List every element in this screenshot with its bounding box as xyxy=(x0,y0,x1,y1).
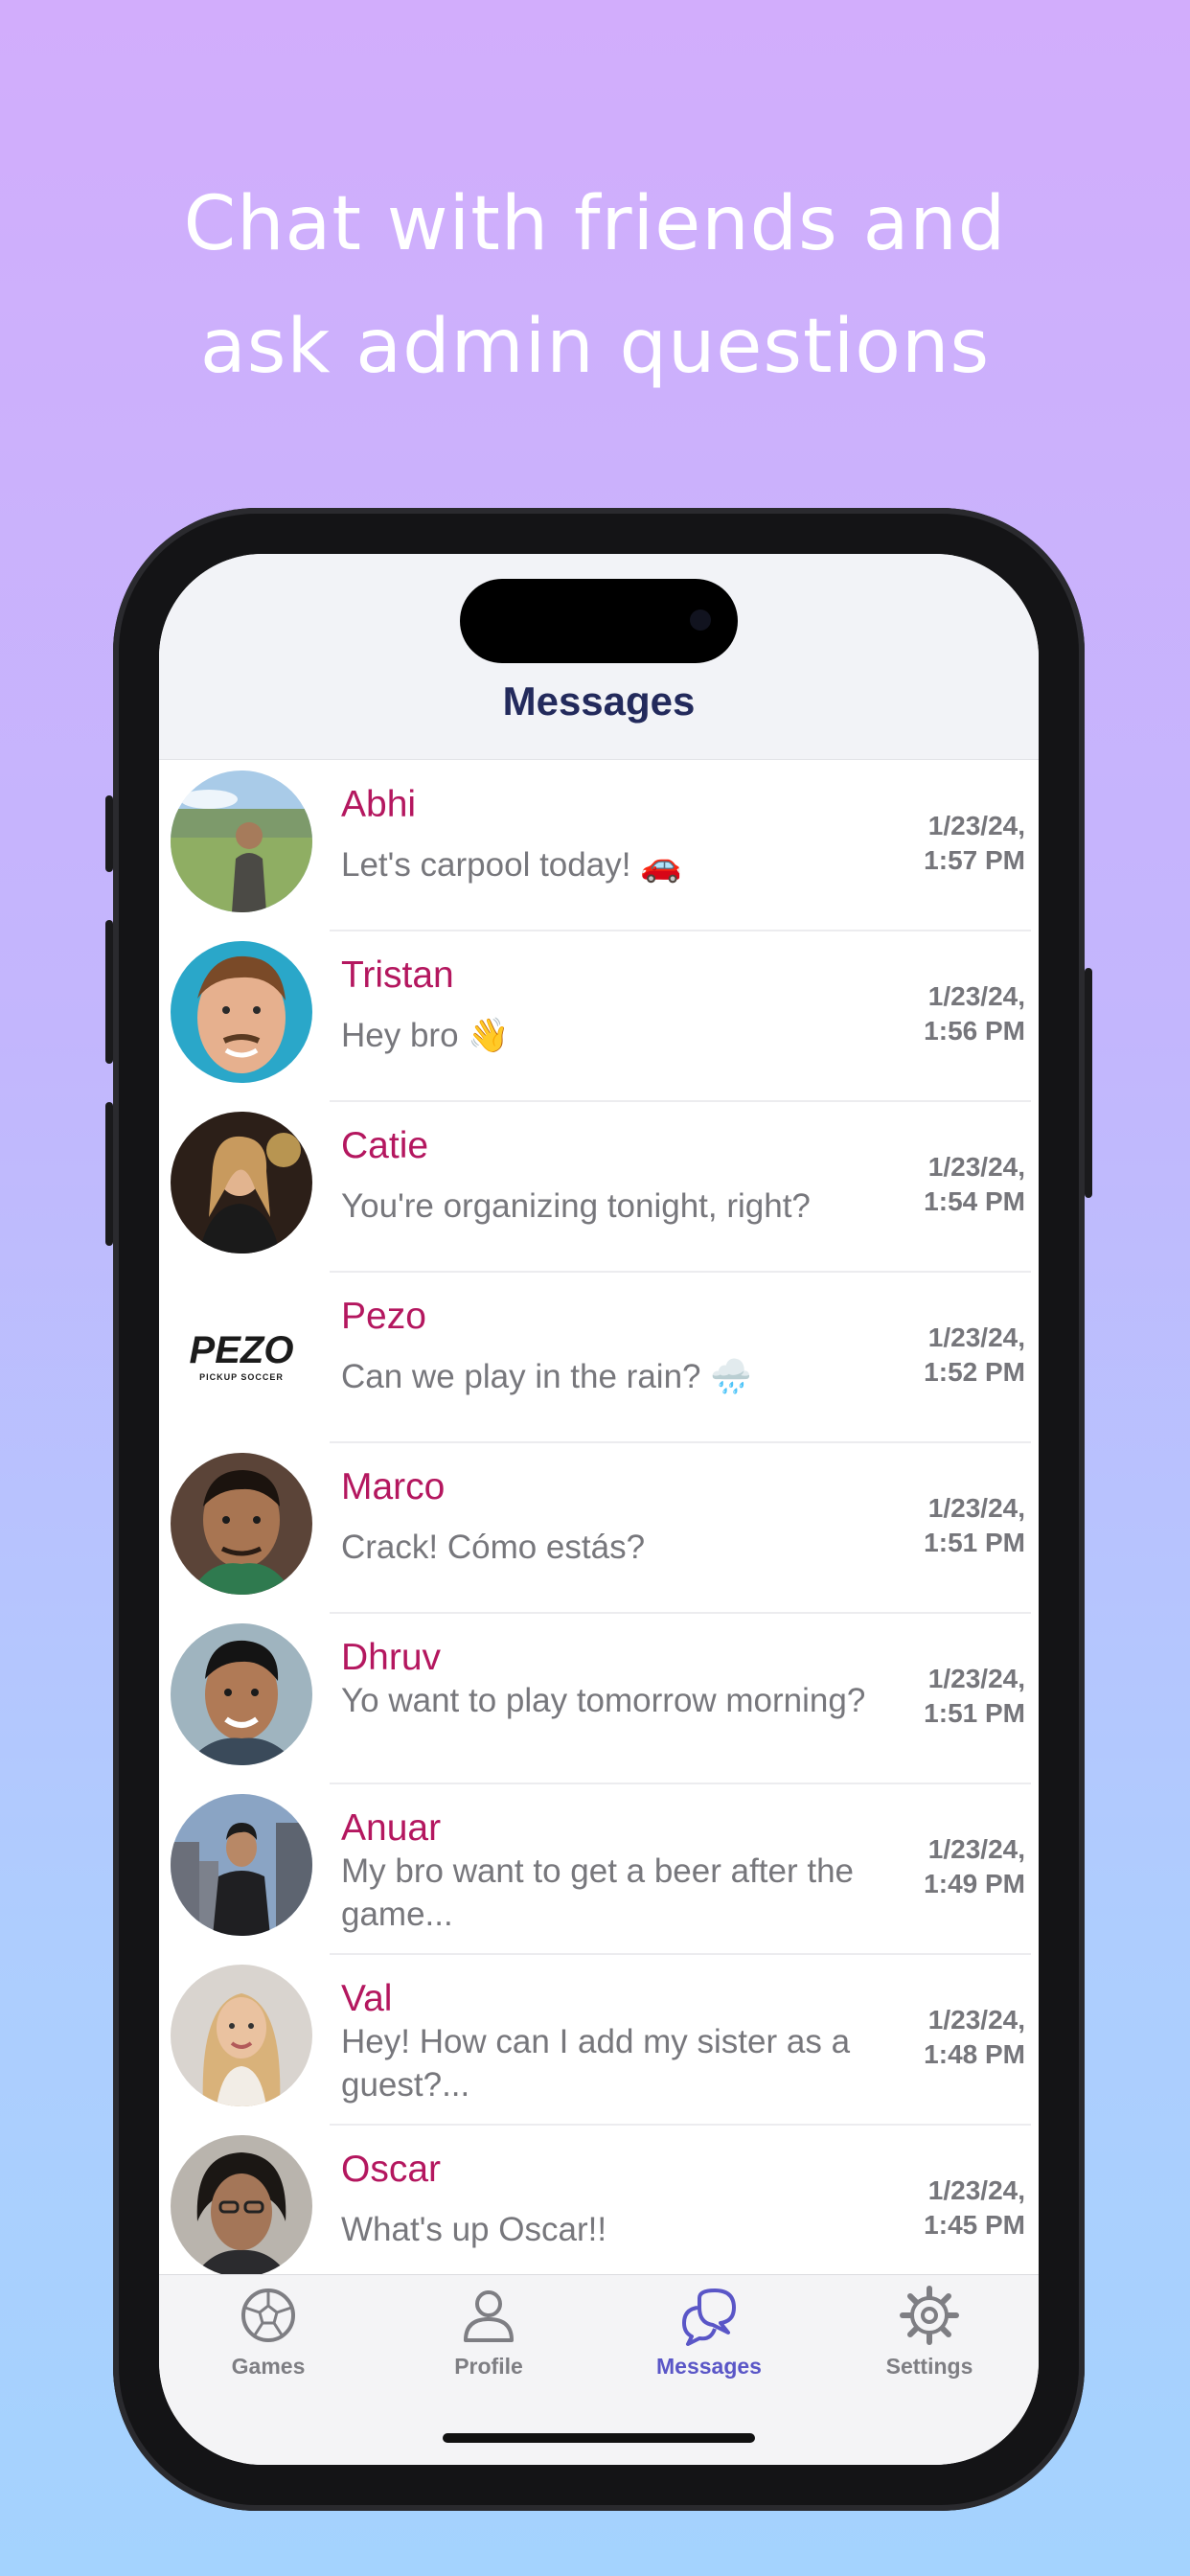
avatar[interactable] xyxy=(171,1623,312,1765)
contact-name: Catie xyxy=(341,1125,429,1166)
avatar[interactable] xyxy=(171,2135,312,2277)
conversation-row-val[interactable]: Val Hey! How can I add my sister as a gu… xyxy=(159,1953,1039,2124)
avatar[interactable] xyxy=(171,1965,312,2106)
svg-text:PICKUP SOCCER: PICKUP SOCCER xyxy=(199,1372,284,1382)
conversation-row-anuar[interactable]: Anuar My bro want to get a beer after th… xyxy=(159,1782,1039,1953)
message-preview: Hey! How can I add my sister as a guest?… xyxy=(341,2023,851,2104)
contact-name: Val xyxy=(341,1978,393,2019)
timestamp: 1/23/24, 1:48 PM xyxy=(924,2005,1025,2069)
tab-settings[interactable]: Settings xyxy=(834,2285,1025,2380)
avatar[interactable] xyxy=(171,941,312,1083)
soccer-ball-icon xyxy=(241,2288,295,2342)
contact-name: Anuar xyxy=(341,1807,442,1849)
timestamp: 1/23/24, 1:56 PM xyxy=(924,981,1025,1046)
conversation-row-abhi[interactable]: Abhi Let's carpool today! 🚗 1/23/24, 1:5… xyxy=(159,759,1039,930)
gear-icon xyxy=(900,2286,959,2345)
tab-label: Profile xyxy=(454,2354,523,2379)
contact-name: Marco xyxy=(341,1466,446,1507)
conversation-row-catie[interactable]: Catie You're organizing tonight, right? … xyxy=(159,1100,1039,1271)
message-preview: My bro want to get a beer after the game… xyxy=(341,1852,855,1933)
promo-headline: Chat with friends and ask admin question… xyxy=(0,163,1190,408)
person-icon xyxy=(464,2290,514,2342)
contact-name: Tristan xyxy=(341,954,454,996)
home-indicator[interactable] xyxy=(443,2433,755,2443)
message-preview: Let's carpool today! 🚗 xyxy=(341,846,682,884)
timestamp: 1/23/24, 1:45 PM xyxy=(924,2175,1025,2240)
headline-line-1: Chat with friends and xyxy=(183,181,1007,267)
conversation-row-oscar[interactable]: Oscar What's up Oscar!! 1/23/24, 1:45 PM xyxy=(159,2124,1039,2294)
tab-label: Messages xyxy=(656,2354,762,2379)
conversation-row-marco[interactable]: Marco Crack! Cómo estás? 1/23/24, 1:51 P… xyxy=(159,1441,1039,1612)
camera-icon xyxy=(690,610,711,631)
tab-games[interactable]: Games xyxy=(172,2285,364,2380)
power-button xyxy=(1085,968,1092,1198)
dynamic-island xyxy=(460,579,738,663)
message-preview: Crack! Cómo estás? xyxy=(341,1529,646,1566)
message-preview: You're organizing tonight, right? xyxy=(341,1187,811,1225)
action-button xyxy=(105,795,113,872)
message-preview: Hey bro 👋 xyxy=(341,1017,510,1054)
tab-profile[interactable]: Profile xyxy=(393,2285,584,2380)
avatar[interactable] xyxy=(171,1453,312,1595)
contact-name: Oscar xyxy=(341,2149,442,2190)
contact-name: Abhi xyxy=(341,784,417,825)
message-preview: Can we play in the rain? 🌧️ xyxy=(341,1358,752,1395)
conversation-row-pezo[interactable]: PEZO PICKUP SOCCER Pezo Can we play in t… xyxy=(159,1271,1039,1441)
message-preview: What's up Oscar!! xyxy=(341,2211,607,2248)
timestamp: 1/23/24, 1:49 PM xyxy=(924,1834,1025,1898)
timestamp: 1/23/24, 1:51 PM xyxy=(924,1493,1025,1557)
tab-messages[interactable]: Messages xyxy=(613,2285,805,2380)
headline-line-2: ask admin questions xyxy=(199,304,991,390)
svg-text:PEZO: PEZO xyxy=(190,1329,294,1371)
conversation-list: Abhi Let's carpool today! 🚗 1/23/24, 1:5… xyxy=(159,759,1039,2294)
timestamp: 1/23/24, 1:52 PM xyxy=(924,1322,1025,1387)
timestamp: 1/23/24, 1:51 PM xyxy=(924,1664,1025,1728)
contact-name: Pezo xyxy=(341,1296,426,1337)
volume-up-button xyxy=(105,920,113,1064)
message-preview: Yo want to play tomorrow morning? xyxy=(341,1682,866,1719)
avatar[interactable] xyxy=(171,770,312,912)
phone-frame: Messages Abhi Let's carpool today! 🚗 1/2… xyxy=(105,508,1092,2511)
chat-bubbles-icon xyxy=(682,2288,736,2346)
page-title: Messages xyxy=(502,678,696,724)
conversation-row-dhruv[interactable]: Dhruv Yo want to play tomorrow morning? … xyxy=(159,1612,1039,1782)
avatar[interactable] xyxy=(171,1112,312,1254)
tab-label: Settings xyxy=(885,2354,973,2379)
contact-name: Dhruv xyxy=(341,1637,442,1678)
tab-label: Games xyxy=(231,2354,306,2379)
app-screen: Messages Abhi Let's carpool today! 🚗 1/2… xyxy=(159,554,1039,2465)
timestamp: 1/23/24, 1:54 PM xyxy=(924,1152,1025,1216)
volume-down-button xyxy=(105,1102,113,1246)
avatar[interactable] xyxy=(171,1794,312,1936)
pezo-logo[interactable]: PEZO PICKUP SOCCER xyxy=(171,1282,312,1424)
timestamp: 1/23/24, 1:57 PM xyxy=(924,811,1025,875)
conversation-row-tristan[interactable]: Tristan Hey bro 👋 1/23/24, 1:56 PM xyxy=(159,930,1039,1100)
